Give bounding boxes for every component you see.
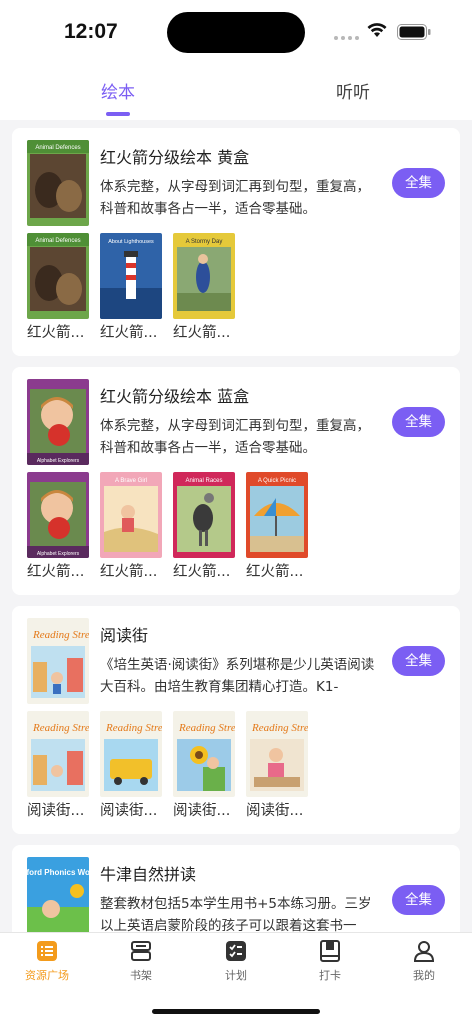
nav-label: 资源广场 <box>25 969 69 982</box>
series-cover-image[interactable]: Reading Street <box>27 618 89 704</box>
svg-text:Reading Street: Reading Street <box>32 629 89 641</box>
series-description: 《培生英语·阅读街》系列堪称是少儿英语阅读大百科。由培生教育集团精心打造。K1-… <box>100 657 375 695</box>
series-title: 红火箭分级绘本 蓝盒 <box>100 387 250 406</box>
nav-bookshelf[interactable]: 书架 <box>106 939 176 983</box>
svg-text:A Quick Picnic: A Quick Picnic <box>258 478 296 484</box>
svg-text:Alphabet Explorers: Alphabet Explorers <box>37 458 80 464</box>
nav-checkin[interactable]: 打卡 <box>295 939 365 983</box>
plan-icon <box>226 941 246 961</box>
home-indicator[interactable] <box>152 1009 320 1014</box>
book-label: 红火箭... <box>173 564 231 580</box>
book-item[interactable]: Alphabet Explorers 红火箭... <box>27 472 89 581</box>
book-label: 红火箭... <box>100 325 158 341</box>
svg-text:About Lighthouses: About Lighthouses <box>108 239 154 245</box>
book-thumbnails: Animal Defences 红火箭... About Lighthouses… <box>27 233 235 342</box>
active-tab-indicator <box>106 112 130 116</box>
nav-profile[interactable]: 我的 <box>389 939 459 983</box>
svg-text:Reading Street: Reading Street <box>251 722 308 734</box>
status-time: 12:07 <box>64 20 118 43</box>
view-all-button[interactable]: 全集 <box>392 168 445 198</box>
book-cover-image[interactable]: About Lighthouses <box>100 233 162 319</box>
book-cover-image[interactable]: A Stormy Day <box>173 233 235 319</box>
tab-picture-books[interactable]: 绘本 <box>58 78 178 103</box>
svg-text:A Brave Girl: A Brave Girl <box>115 478 147 484</box>
series-card[interactable]: Reading Street 阅读街 《培生英语·阅读街》系列堪称是少儿英语阅读… <box>12 606 460 834</box>
series-title: 红火箭分级绘本 黄盒 <box>100 148 250 167</box>
book-series-list[interactable]: Animal Defences 红火箭分级绘本 黄盒 体系完整，从字母到词汇再到… <box>0 120 472 932</box>
svg-text:Animal Defences: Animal Defences <box>35 145 80 151</box>
bookshelf-icon <box>131 941 151 961</box>
book-item[interactable]: Reading Street 阅读街... <box>246 711 308 820</box>
book-label: 阅读街... <box>100 803 158 819</box>
book-cover-image[interactable]: Reading Street <box>100 711 162 797</box>
book-cover-image[interactable]: A Brave Girl <box>100 472 162 558</box>
book-label: 红火箭... <box>246 564 304 580</box>
book-item[interactable]: Animal Defences 红火箭... <box>27 233 89 342</box>
wifi-icon <box>367 23 387 37</box>
svg-text:Oxford Phonics World: Oxford Phonics World <box>27 868 89 877</box>
book-item[interactable]: Animal Races 红火箭... <box>173 472 235 581</box>
nav-label: 书架 <box>130 969 152 982</box>
series-cover-image[interactable]: Animal Defences <box>27 140 89 226</box>
nav-label: 计划 <box>225 969 247 982</box>
nav-label: 打卡 <box>319 969 341 982</box>
book-label: 红火箭... <box>27 564 85 580</box>
svg-text:Alphabet Explorers: Alphabet Explorers <box>37 551 80 557</box>
series-card[interactable]: Alphabet Explorers 红火箭分级绘本 蓝盒 体系完整，从字母到词… <box>12 367 460 595</box>
checkin-icon <box>320 940 340 962</box>
view-all-button[interactable]: 全集 <box>392 407 445 437</box>
view-all-button[interactable]: 全集 <box>392 646 445 676</box>
book-item[interactable]: Reading Street 阅读街... <box>27 711 89 820</box>
book-item[interactable]: About Lighthouses 红火箭... <box>100 233 162 342</box>
series-title: 阅读街 <box>100 626 149 645</box>
svg-text:Reading Street: Reading Street <box>178 722 235 734</box>
book-label: 红火箭... <box>173 325 231 341</box>
series-card[interactable]: Animal Defences 红火箭分级绘本 黄盒 体系完整，从字母到词汇再到… <box>12 128 460 356</box>
status-bar: 12:07 <box>0 0 472 62</box>
svg-text:Animal Defences: Animal Defences <box>35 238 80 244</box>
dynamic-island <box>167 12 305 53</box>
book-thumbnails: Reading Street 阅读街... Reading Street 阅读街… <box>27 711 308 820</box>
nav-label: 我的 <box>413 969 435 982</box>
view-all-button[interactable]: 全集 <box>392 885 445 915</box>
svg-text:Reading Street: Reading Street <box>105 722 162 734</box>
book-item[interactable]: Reading Street 阅读街... <box>100 711 162 820</box>
tab-listening[interactable]: 听听 <box>293 78 413 103</box>
series-cover-image[interactable]: Oxford Phonics World <box>27 857 89 932</box>
book-label: 阅读街... <box>246 803 304 819</box>
svg-text:Animal Races: Animal Races <box>185 478 222 484</box>
book-cover-image[interactable]: Reading Street <box>27 711 89 797</box>
book-cover-image[interactable]: Reading Street <box>246 711 308 797</box>
book-cover-image[interactable]: Alphabet Explorers <box>27 472 89 558</box>
book-label: 阅读街... <box>27 803 85 819</box>
profile-icon <box>413 941 435 962</box>
book-item[interactable]: A Stormy Day 红火箭... <box>173 233 235 342</box>
resource-icon <box>37 941 57 961</box>
book-label: 红火箭... <box>27 325 85 341</box>
series-title: 牛津自然拼读 <box>100 865 197 884</box>
series-description: 整套教材包括5本学生用书+5本练习册。三岁以上英语启蒙阶段的孩子可以跟着这套书一… <box>100 896 372 932</box>
book-item[interactable]: Reading Street 阅读街... <box>173 711 235 820</box>
nav-resource-square[interactable]: 资源广场 <box>12 939 82 983</box>
svg-text:Reading Street: Reading Street <box>32 722 89 734</box>
book-cover-image[interactable]: Reading Street <box>173 711 235 797</box>
book-cover-image[interactable]: Animal Defences <box>27 233 89 319</box>
book-item[interactable]: A Brave Girl 红火箭... <box>100 472 162 581</box>
book-cover-image[interactable]: Animal Races <box>173 472 235 558</box>
book-cover-image[interactable]: A Quick Picnic <box>246 472 308 558</box>
tab-bar: 绘本 听听 <box>0 62 472 120</box>
book-label: 阅读街... <box>173 803 231 819</box>
book-item[interactable]: A Quick Picnic 红火箭... <box>246 472 308 581</box>
series-card[interactable]: Oxford Phonics World 牛津自然拼读 整套教材包括5本学生用书… <box>12 845 460 932</box>
series-description: 体系完整，从字母到词汇再到句型，重复高，科普和故事各占一半，适合零基础。 <box>100 179 370 217</box>
battery-icon <box>397 24 431 40</box>
cellular-signal-icon <box>334 36 359 40</box>
series-description: 体系完整，从字母到词汇再到句型，重复高，科普和故事各占一半，适合零基础。 <box>100 418 370 456</box>
series-cover-image[interactable]: Alphabet Explorers <box>27 379 89 465</box>
svg-text:A Stormy Day: A Stormy Day <box>186 239 223 245</box>
book-label: 红火箭... <box>100 564 158 580</box>
nav-plan[interactable]: 计划 <box>201 939 271 983</box>
book-thumbnails: Alphabet Explorers 红火箭... A Brave Girl 红… <box>27 472 308 581</box>
